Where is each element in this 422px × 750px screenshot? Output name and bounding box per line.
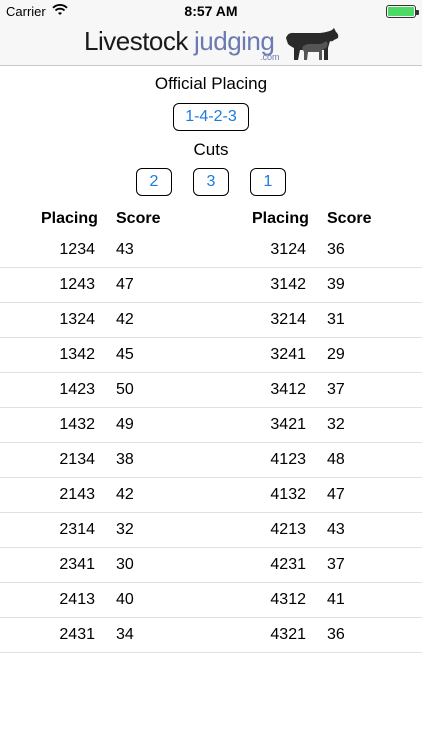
cut-button-2[interactable]: 3 xyxy=(193,168,229,196)
right-score-cell: 47 xyxy=(327,486,345,503)
right-placing-cell: 3142 xyxy=(270,276,306,293)
left-placing-cell: 2341 xyxy=(59,556,95,573)
right-score-cell: 39 xyxy=(327,276,345,293)
right-score-cell: 36 xyxy=(327,241,345,258)
nav-bar: Livestock judging .com xyxy=(0,22,422,66)
table-row: 1342 45 3241 29 xyxy=(0,338,422,373)
left-score-cell: 43 xyxy=(116,241,134,258)
left-score-cell: 42 xyxy=(116,486,134,503)
left-placing-cell: 2143 xyxy=(59,486,95,503)
table-row: 1324 42 3214 31 xyxy=(0,303,422,338)
right-score-cell: 43 xyxy=(327,521,345,538)
left-placing-cell: 1432 xyxy=(59,416,95,433)
right-score-cell: 37 xyxy=(327,381,345,398)
table-row: 2341 30 4231 37 xyxy=(0,548,422,583)
right-placing-cell: 3241 xyxy=(270,346,306,363)
left-score-cell: 45 xyxy=(116,346,134,363)
left-score-cell: 38 xyxy=(116,451,134,468)
clock: 8:57 AM xyxy=(184,3,238,19)
right-score-cell: 41 xyxy=(327,591,345,608)
right-placing-cell: 3421 xyxy=(270,416,306,433)
right-score-header: Score xyxy=(327,210,372,227)
right-placing-cell: 4312 xyxy=(270,591,306,608)
table-row: 2314 32 4213 43 xyxy=(0,513,422,548)
left-score-header: Score xyxy=(116,210,161,227)
right-placing-cell: 3124 xyxy=(270,241,306,258)
left-placing-cell: 2431 xyxy=(59,626,95,643)
left-placing-cell: 1234 xyxy=(59,241,95,258)
left-placing-cell: 1243 xyxy=(59,276,95,293)
cut-button-1[interactable]: 2 xyxy=(136,168,172,196)
right-placing-cell: 3412 xyxy=(270,381,306,398)
table-row: 1432 49 3421 32 xyxy=(0,408,422,443)
right-placing-cell: 3214 xyxy=(270,311,306,328)
cuts-title: Cuts xyxy=(193,140,229,159)
right-score-cell: 32 xyxy=(327,416,345,433)
right-placing-cell: 4123 xyxy=(270,451,306,468)
logo-text-main: Livestock xyxy=(84,26,188,56)
left-score-cell: 32 xyxy=(116,521,134,538)
left-score-cell: 40 xyxy=(116,591,134,608)
right-placing-cell: 4213 xyxy=(270,521,306,538)
left-score-cell: 42 xyxy=(116,311,134,328)
left-placing-cell: 2134 xyxy=(59,451,95,468)
right-score-cell: 31 xyxy=(327,311,345,328)
left-score-cell: 47 xyxy=(116,276,134,293)
battery-icon xyxy=(386,5,419,18)
left-score-cell: 34 xyxy=(116,626,134,643)
cut-button-3[interactable]: 1 xyxy=(250,168,286,196)
left-placing-cell: 1324 xyxy=(59,311,95,328)
left-placing-cell: 1423 xyxy=(59,381,95,398)
status-bar: Carrier 8:57 AM xyxy=(0,0,422,22)
table-row: 2431 34 4321 36 xyxy=(0,618,422,653)
table-row: 1234 43 3124 36 xyxy=(0,233,422,268)
right-placing-cell: 4231 xyxy=(270,556,306,573)
table-row: 2134 38 4123 48 xyxy=(0,443,422,478)
left-placing-cell: 2413 xyxy=(59,591,95,608)
right-placing-cell: 4132 xyxy=(270,486,306,503)
left-placing-cell: 1342 xyxy=(59,346,95,363)
left-score-cell: 30 xyxy=(116,556,134,573)
left-score-cell: 49 xyxy=(116,416,134,433)
table-row: 2143 42 4132 47 xyxy=(0,478,422,513)
table-row: 1423 50 3412 37 xyxy=(0,373,422,408)
logo-text-domain: .com xyxy=(260,52,280,62)
right-score-cell: 29 xyxy=(327,346,345,363)
right-placing-header: Placing xyxy=(252,210,309,227)
table-row: 1243 47 3142 39 xyxy=(0,268,422,303)
left-score-cell: 50 xyxy=(116,381,134,398)
left-placing-cell: 2314 xyxy=(59,521,95,538)
right-placing-cell: 4321 xyxy=(270,626,306,643)
right-score-cell: 48 xyxy=(327,451,345,468)
right-score-cell: 37 xyxy=(327,556,345,573)
right-score-cell: 36 xyxy=(327,626,345,643)
table-row: 2413 40 4312 41 xyxy=(0,583,422,618)
app-logo: Livestock judging .com xyxy=(84,24,340,64)
left-placing-header: Placing xyxy=(41,210,98,227)
livestock-animals-icon xyxy=(284,26,340,69)
official-placing-button[interactable]: 1-4-2-3 xyxy=(173,103,249,131)
official-placing-title: Official Placing xyxy=(154,74,268,93)
